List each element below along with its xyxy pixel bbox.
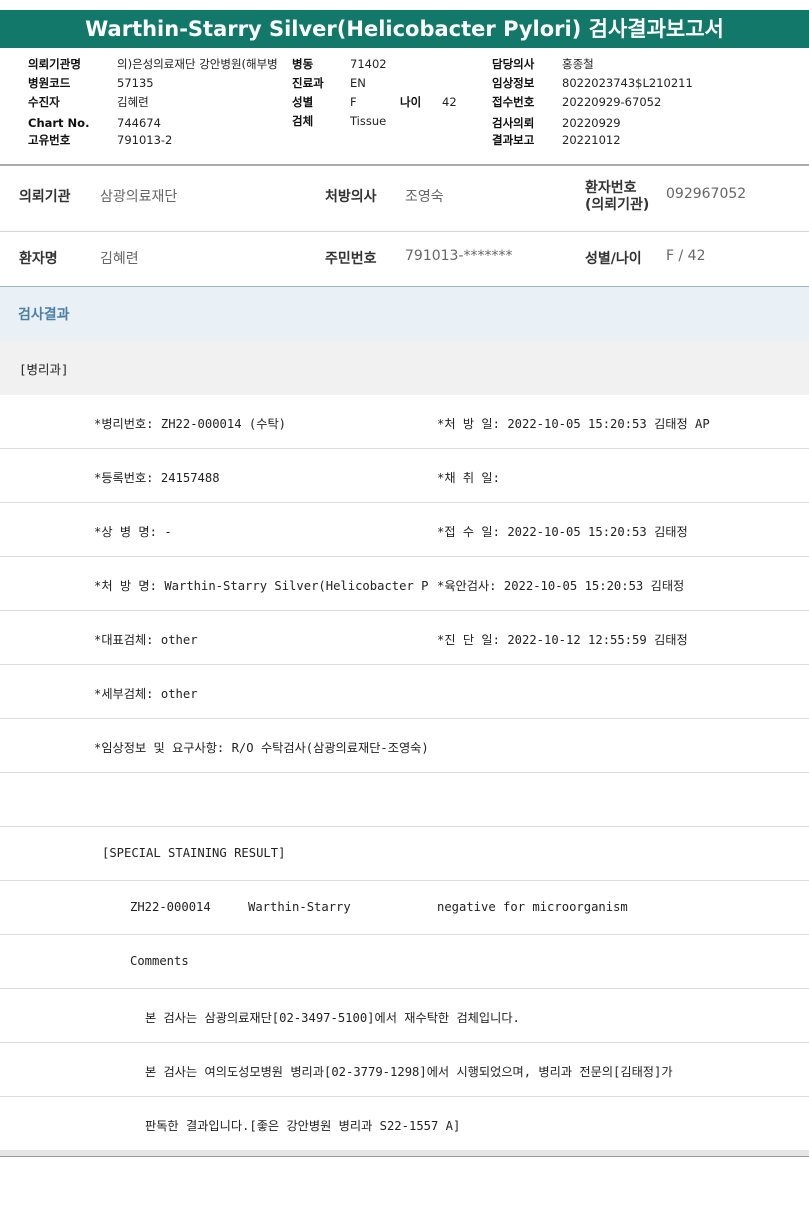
path-no: *병리번호: ZH22-000014 (수탁)	[94, 417, 287, 431]
report-label: 결과보고	[492, 133, 535, 147]
unique-label: 고유번호	[28, 133, 71, 147]
result-row: 판독한 결과입니다.[좋은 강안병원 병리과 S22-1557 A]	[0, 1097, 809, 1150]
report-title: Warthin-Starry Silver(Helicobacter Pylor…	[0, 10, 809, 48]
result-row: *임상정보 및 요구사항: R/O 수탁검사(삼광의료재단-조영숙)	[0, 719, 809, 773]
sub-specimen: *세부검체: other	[94, 687, 198, 701]
sexage-value: F / 42	[666, 248, 706, 264]
request-value: 20220929	[562, 116, 621, 130]
name-value: 김혜련	[100, 251, 139, 267]
req-org-label: 의뢰기관명	[28, 57, 81, 71]
req-org-value: 의)은성의료재단 강안병원(해부병	[117, 57, 278, 71]
result-row: *등록번호: 24157488 *채 취 일:	[0, 449, 809, 503]
patient-value: 김혜련	[117, 95, 149, 109]
result-row: *처 방 명: Warthin-Starry Silver(Helicobact…	[0, 557, 809, 611]
gross-exam: *육안검사: 2022-10-05 15:20:53 김태정	[437, 579, 685, 593]
result-row: *세부검체: other	[0, 665, 809, 719]
special-staining-header: [SPECIAL STAINING RESULT]	[102, 846, 286, 860]
comment-line-1: 본 검사는 삼광의료재단[02-3497-5100]에서 재수탁한 검체입니다.	[145, 1011, 520, 1025]
main-specimen: *대표검체: other	[94, 633, 198, 647]
specimen-value: Tissue	[350, 114, 387, 128]
unique-value: 791013-2	[117, 133, 173, 147]
patient-label: 수진자	[28, 95, 60, 109]
age-label: 나이	[400, 95, 422, 109]
result-row: 본 검사는 여의도성모병원 병리과[02-3779-1298]에서 시행되었으며…	[0, 1043, 809, 1097]
org-value: 삼광의료재단	[100, 189, 178, 205]
receipt-label: 접수번호	[492, 95, 535, 109]
physician-value: 조영숙	[405, 189, 444, 205]
result-row-empty	[0, 773, 809, 827]
result-row: *대표검체: other *진 단 일: 2022-10-12 12:55:59…	[0, 611, 809, 665]
clinical-request: *임상정보 및 요구사항: R/O 수탁검사(삼광의료재단-조영숙)	[94, 741, 429, 755]
disease-name: *상 병 명: -	[94, 525, 172, 539]
collect-date: *채 취 일:	[437, 471, 500, 485]
diagnosis-date: *진 단 일: 2022-10-12 12:55:59 김태정	[437, 633, 688, 647]
stain-result: negative for microorganism	[437, 900, 628, 914]
comment-line-3: 판독한 결과입니다.[좋은 강안병원 병리과 S22-1557 A]	[145, 1119, 461, 1133]
report-value: 20221012	[562, 133, 621, 147]
patno-sublabel: (의뢰기관)	[585, 197, 650, 213]
patient-info: 의뢰기관 삼광의료재단 처방의사 조영숙 환자번호 (의뢰기관) 0929670…	[0, 166, 809, 286]
physician-label: 처방의사	[325, 189, 377, 205]
dept-value: EN	[350, 76, 366, 90]
department-label: [병리과]	[19, 362, 69, 377]
order-name: *처 방 명: Warthin-Starry Silver(Helicobact…	[94, 579, 429, 593]
sex-label: 성별	[292, 95, 314, 109]
patno-value: 092967052	[666, 186, 747, 202]
department-row: [병리과]	[0, 341, 809, 395]
footer-divider	[0, 1150, 809, 1157]
ward-label: 병동	[292, 57, 314, 71]
age-value: 42	[442, 95, 457, 109]
results-section-title: 검사결과	[18, 307, 70, 323]
result-row: [SPECIAL STAINING RESULT]	[0, 827, 809, 881]
stain-name: Warthin-Starry	[248, 900, 351, 914]
sex-value: F	[350, 95, 357, 109]
stain-id: ZH22-000014	[130, 900, 211, 914]
comments-label: Comments	[130, 954, 189, 968]
sexage-label: 성별/나이	[585, 251, 642, 267]
chart-value: 744674	[117, 116, 161, 130]
rrn-label: 주민번호	[325, 251, 377, 267]
result-row: 본 검사는 삼광의료재단[02-3497-5100]에서 재수탁한 검체입니다.	[0, 989, 809, 1043]
org-label: 의뢰기관	[19, 189, 71, 205]
receipt-date: *접 수 일: 2022-10-05 15:20:53 김태정	[437, 525, 688, 539]
clinical-label: 임상정보	[492, 76, 535, 90]
dept-label: 진료과	[292, 76, 324, 90]
result-row: Comments	[0, 935, 809, 989]
request-label: 검사의뢰	[492, 116, 535, 130]
report-header: 의뢰기관명 의)은성의료재단 강안병원(해부병 병동 71402 담당의사 홍종…	[0, 52, 809, 164]
reg-no: *등록번호: 24157488	[94, 471, 220, 485]
hosp-code-label: 병원코드	[28, 76, 71, 90]
specimen-label: 검체	[292, 114, 314, 128]
result-row: ZH22-000014 Warthin-Starry negative for …	[0, 881, 809, 935]
doctor-label: 담당의사	[492, 57, 535, 71]
clinical-value: 8022023743$L210211	[562, 76, 693, 90]
name-label: 환자명	[19, 251, 58, 267]
hosp-code-value: 57135	[117, 76, 154, 90]
result-row: *상 병 명: - *접 수 일: 2022-10-05 15:20:53 김태…	[0, 503, 809, 557]
result-row: *병리번호: ZH22-000014 (수탁) *처 방 일: 2022-10-…	[0, 395, 809, 449]
prescribe-date: *처 방 일: 2022-10-05 15:20:53 김태정 AP	[437, 417, 710, 431]
chart-label: Chart No.	[28, 116, 90, 130]
results-section-header: 검사결과	[0, 286, 809, 341]
receipt-value: 20220929-67052	[562, 95, 662, 109]
rrn-value: 791013-*******	[405, 248, 513, 264]
info-divider	[0, 231, 809, 232]
comment-line-2: 본 검사는 여의도성모병원 병리과[02-3779-1298]에서 시행되었으며…	[145, 1065, 673, 1079]
doctor-value: 홍종철	[562, 57, 594, 71]
ward-value: 71402	[350, 57, 387, 71]
